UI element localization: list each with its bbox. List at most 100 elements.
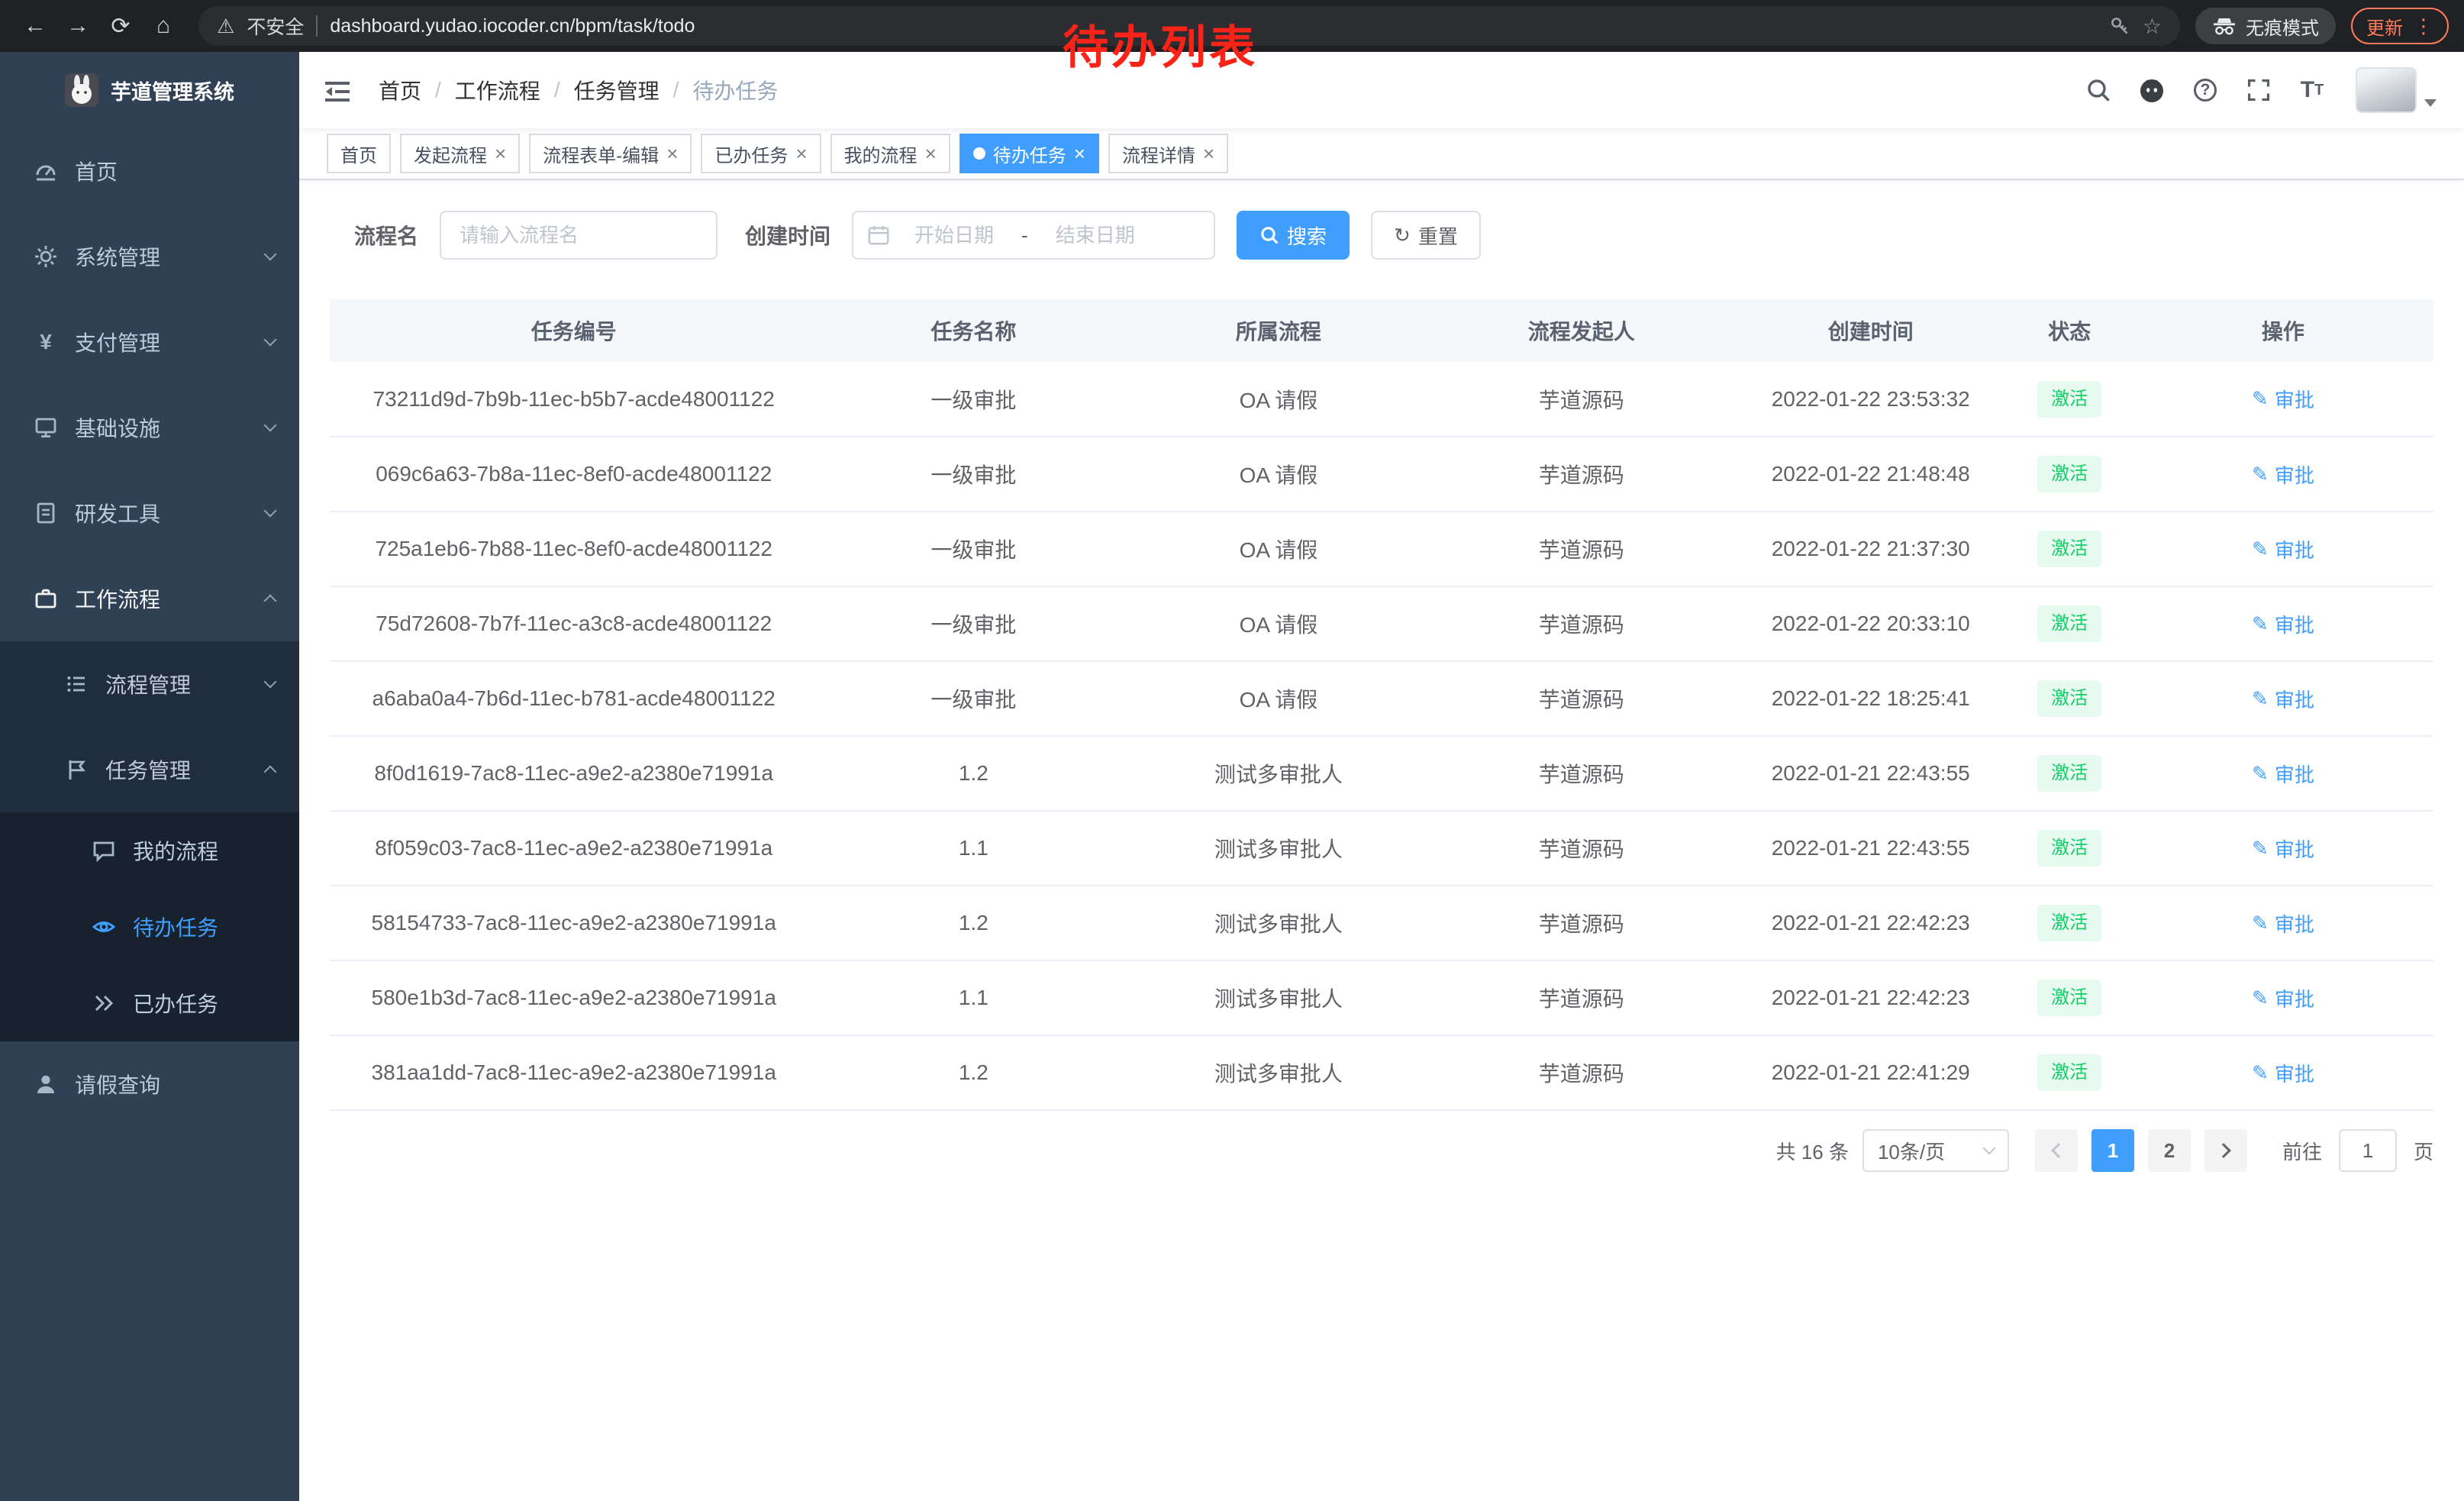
- cell-created: 2022-01-21 22:42:23: [1735, 960, 2007, 1035]
- cell-action: ✎审批: [2133, 811, 2433, 886]
- security-label: 不安全: [247, 12, 304, 40]
- approve-button[interactable]: ✎审批: [2252, 535, 2314, 563]
- approve-button[interactable]: ✎审批: [2252, 909, 2314, 938]
- column-header-task-name: 任务名称: [818, 299, 1129, 362]
- goto-page-input[interactable]: [2339, 1129, 2397, 1172]
- close-icon[interactable]: ×: [795, 144, 807, 163]
- approve-button[interactable]: ✎审批: [2252, 610, 2314, 638]
- approve-button[interactable]: ✎审批: [2252, 1059, 2314, 1087]
- cell-action: ✎审批: [2133, 886, 2433, 960]
- help-icon[interactable]: ?: [2180, 65, 2230, 115]
- cell-task-id: 58154733-7ac8-11ec-a9e2-a2380e71991a: [330, 886, 818, 960]
- sidebar-item-system[interactable]: 系统管理: [0, 214, 299, 299]
- tab-my-process[interactable]: 我的流程×: [830, 134, 950, 173]
- app-logo-row[interactable]: 芋道管理系统: [0, 52, 299, 128]
- close-icon[interactable]: ×: [666, 144, 678, 163]
- password-key-icon[interactable]: [2109, 15, 2130, 37]
- search-button[interactable]: 搜索: [1237, 211, 1350, 260]
- font-size-icon[interactable]: TT: [2287, 65, 2337, 115]
- end-date-input[interactable]: [1037, 224, 1153, 247]
- close-icon[interactable]: ×: [495, 144, 506, 163]
- github-icon[interactable]: [2127, 65, 2177, 115]
- incognito-icon: [2212, 17, 2237, 35]
- tab-home[interactable]: 首页: [327, 134, 391, 173]
- approve-button[interactable]: ✎审批: [2252, 385, 2314, 413]
- cell-task-name: 一级审批: [818, 661, 1129, 736]
- cell-created: 2022-01-22 21:37:30: [1735, 512, 2007, 586]
- workflow-submenu: 流程管理 任务管理 我的流程 待办任务: [0, 641, 299, 1041]
- date-range-picker[interactable]: -: [852, 211, 1215, 260]
- tab-done-tasks[interactable]: 已办任务×: [701, 134, 821, 173]
- breadcrumb-workflow: 工作流程: [455, 75, 540, 105]
- chevron-up-icon: [264, 595, 277, 608]
- cell-action: ✎审批: [2133, 736, 2433, 811]
- reset-button[interactable]: ↻ 重置: [1371, 211, 1481, 260]
- cell-task-id: 75d72608-7b7f-11ec-a3c8-acde48001122: [330, 586, 818, 661]
- tab-todo-tasks[interactable]: 待办任务×: [959, 134, 1099, 173]
- sidebar-item-devtools[interactable]: 研发工具: [0, 470, 299, 556]
- approve-button[interactable]: ✎审批: [2252, 460, 2314, 489]
- search-icon[interactable]: [2073, 65, 2124, 115]
- sidebar-item-infrastructure[interactable]: 基础设施: [0, 385, 299, 470]
- bookmark-star-icon[interactable]: ☆: [2143, 14, 2162, 39]
- close-icon[interactable]: ×: [925, 144, 937, 163]
- browser-home-button[interactable]: ⌂: [144, 6, 183, 46]
- close-icon[interactable]: ×: [1074, 144, 1085, 163]
- tab-process-detail[interactable]: 流程详情×: [1108, 134, 1228, 173]
- sidebar-item-process-management[interactable]: 流程管理: [0, 641, 299, 727]
- cell-process: 测试多审批人: [1129, 1035, 1427, 1110]
- sidebar-collapse-button[interactable]: [324, 76, 363, 104]
- next-page-button[interactable]: [2204, 1129, 2247, 1172]
- sidebar-item-done-task[interactable]: 已办任务: [0, 965, 299, 1041]
- sidebar-item-todo-task[interactable]: 待办任务: [0, 889, 299, 965]
- page-button-2[interactable]: 2: [2148, 1129, 2191, 1172]
- sidebar-item-workflow[interactable]: 工作流程: [0, 556, 299, 641]
- process-name-input[interactable]: [440, 211, 718, 260]
- sidebar-item-my-process[interactable]: 我的流程: [0, 812, 299, 889]
- page-button-1[interactable]: 1: [2091, 1129, 2134, 1172]
- sidebar-item-leave-query[interactable]: 请假查询: [0, 1041, 299, 1127]
- sidebar-item-label: 基础设施: [75, 412, 160, 443]
- sidebar-item-task-management[interactable]: 任务管理: [0, 727, 299, 812]
- status-badge: 激活: [2037, 830, 2101, 867]
- browser-forward-button[interactable]: →: [58, 6, 98, 46]
- approve-button[interactable]: ✎审批: [2252, 760, 2314, 788]
- table-row: 58154733-7ac8-11ec-a9e2-a2380e71991a 1.2…: [330, 886, 2433, 960]
- list-icon: [61, 672, 92, 696]
- pagination: 共 16 条 10条/页 1 2 前往 页: [330, 1129, 2433, 1172]
- chevron-down-icon: [1982, 1142, 1995, 1155]
- edit-icon: ✎: [2252, 612, 2269, 636]
- status-badge: 激活: [2037, 905, 2101, 941]
- user-menu[interactable]: [2356, 67, 2437, 113]
- tab-process-form-edit[interactable]: 流程表单-编辑×: [529, 134, 692, 173]
- edit-icon: ✎: [2252, 986, 2269, 1010]
- sidebar-item-payment[interactable]: ¥ 支付管理: [0, 299, 299, 385]
- breadcrumb-task-management: 任务管理: [574, 75, 660, 105]
- sidebar-item-label: 工作流程: [75, 583, 160, 614]
- app-title: 芋道管理系统: [111, 76, 234, 105]
- tab-start-process[interactable]: 发起流程×: [400, 134, 520, 173]
- cell-action: ✎审批: [2133, 960, 2433, 1035]
- status-badge: 激活: [2037, 1054, 2101, 1091]
- status-badge: 激活: [2037, 605, 2101, 642]
- prev-page-button[interactable]: [2035, 1129, 2078, 1172]
- cell-initiator: 芋道源码: [1428, 886, 1735, 960]
- approve-button[interactable]: ✎审批: [2252, 984, 2314, 1012]
- cell-task-name: 1.1: [818, 960, 1129, 1035]
- browser-reload-button[interactable]: ⟳: [101, 6, 140, 46]
- approve-button[interactable]: ✎审批: [2252, 685, 2314, 713]
- close-icon[interactable]: ×: [1203, 144, 1214, 163]
- chevron-down-icon: [264, 505, 277, 518]
- browser-menu-icon[interactable]: ⋮: [2414, 15, 2433, 38]
- fullscreen-icon[interactable]: [2233, 65, 2284, 115]
- browser-back-button[interactable]: ←: [15, 6, 55, 46]
- approve-button[interactable]: ✎审批: [2252, 834, 2314, 863]
- flag-icon: [61, 757, 92, 782]
- sidebar-item-home[interactable]: 首页: [0, 128, 299, 214]
- cell-created: 2022-01-21 22:43:55: [1735, 736, 2007, 811]
- cell-action: ✎审批: [2133, 1035, 2433, 1110]
- browser-update-button[interactable]: 更新 ⋮: [2351, 8, 2449, 44]
- page-size-select[interactable]: 10条/页: [1863, 1129, 2009, 1172]
- start-date-input[interactable]: [896, 224, 1012, 247]
- breadcrumb-home[interactable]: 首页: [379, 75, 421, 105]
